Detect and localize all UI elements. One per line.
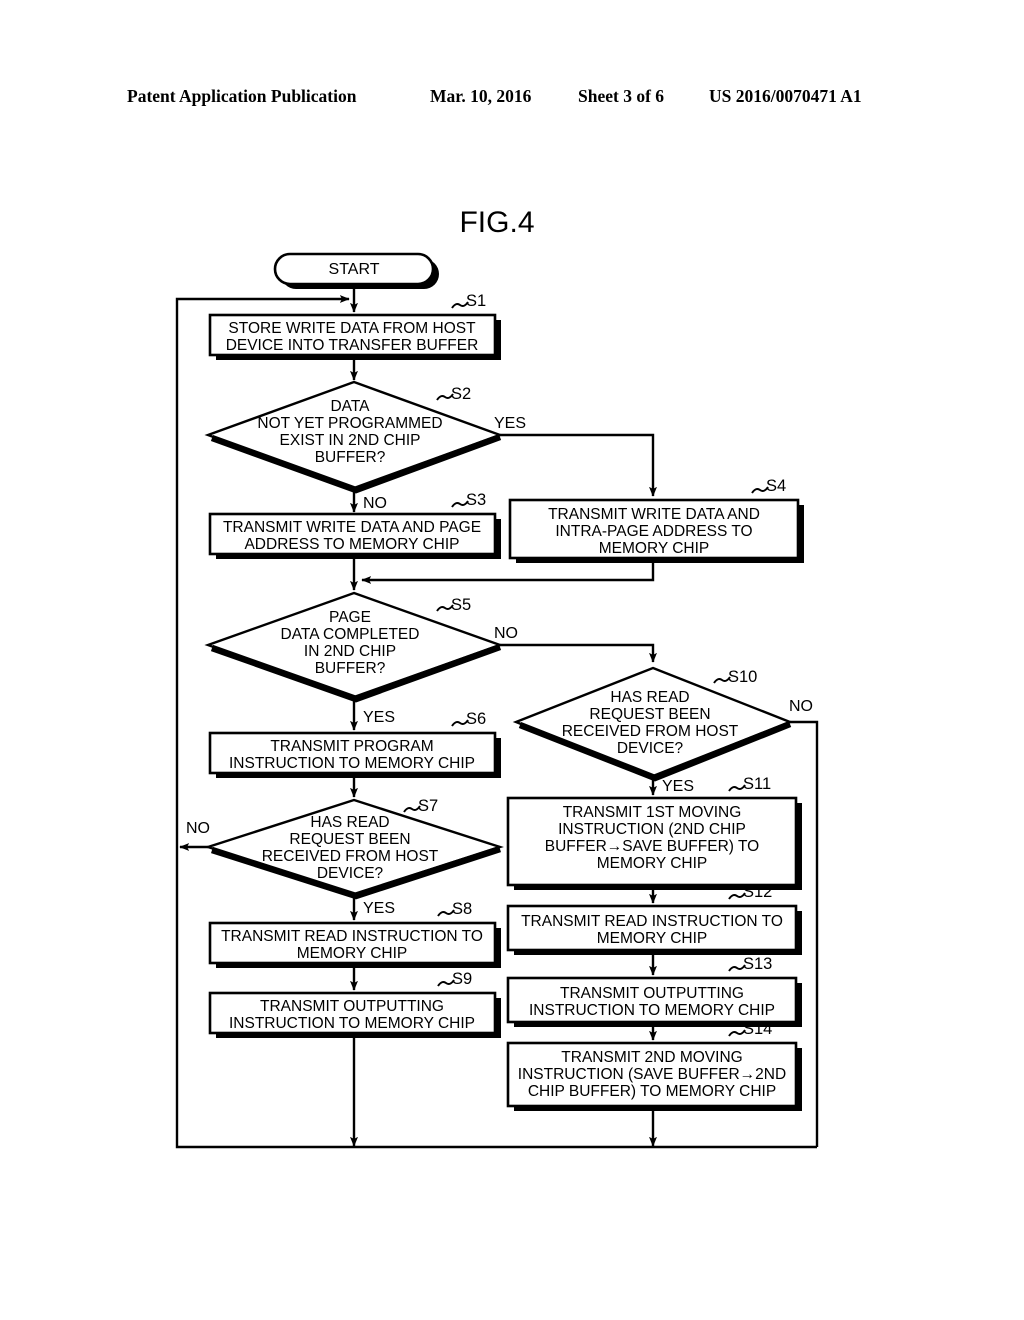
- node-s3-step: S3: [466, 491, 486, 509]
- node-s3-line1: TRANSMIT WRITE DATA AND PAGE: [223, 519, 481, 536]
- edge-s10-yes-label: YES: [662, 778, 694, 795]
- node-s8: TRANSMIT READ INSTRUCTION TO MEMORY CHIP…: [208, 900, 501, 968]
- node-s2-line4: BUFFER?: [315, 449, 386, 466]
- node-s1-step: S1: [466, 292, 486, 310]
- node-s8-line1: TRANSMIT READ INSTRUCTION TO: [221, 928, 483, 945]
- node-s9-line2: INSTRUCTION TO MEMORY CHIP: [229, 1015, 475, 1032]
- node-s10-line3: RECEIVED FROM HOST: [562, 723, 739, 740]
- node-s4-line3: MEMORY CHIP: [599, 540, 710, 557]
- node-s2-line2: NOT YET PROGRAMMED: [257, 415, 442, 432]
- node-s11-line1: TRANSMIT 1ST MOVING: [563, 804, 742, 821]
- node-s1: STORE WRITE DATA FROM HOST DEVICE INTO T…: [208, 292, 501, 360]
- node-s2: DATA NOT YET PROGRAMMED EXIST IN 2ND CHI…: [204, 380, 504, 494]
- node-s14: TRANSMIT 2ND MOVING INSTRUCTION (SAVE BU…: [506, 1020, 802, 1111]
- node-s13-line2: INSTRUCTION TO MEMORY CHIP: [529, 1002, 775, 1019]
- patent-page: Patent Application Publication Mar. 10, …: [0, 0, 1024, 1320]
- node-s4-line1: TRANSMIT WRITE DATA AND: [548, 506, 760, 523]
- node-start: START: [273, 252, 439, 289]
- node-s2-line3: EXIST IN 2ND CHIP: [280, 432, 421, 449]
- edge-s4-to-s5: [361, 563, 655, 584]
- node-s5-line2: DATA COMPLETED: [281, 626, 420, 643]
- node-s10-line2: REQUEST BEEN: [589, 706, 710, 723]
- node-start-label: START: [329, 261, 380, 278]
- node-s5-line4: BUFFER?: [315, 660, 386, 677]
- node-s13-step: S13: [743, 955, 772, 973]
- node-s7-step: S7: [418, 797, 438, 815]
- node-s14-step: S14: [743, 1020, 772, 1038]
- node-s12-step: S12: [743, 883, 772, 901]
- node-s11-line4: MEMORY CHIP: [597, 855, 708, 872]
- node-s4-line2: INTRA-PAGE ADDRESS TO: [555, 523, 752, 540]
- node-s5-line1: PAGE: [329, 609, 371, 626]
- node-s10: HAS READ REQUEST BEEN RECEIVED FROM HOST…: [512, 666, 794, 782]
- edge-s2-no-label: NO: [363, 495, 387, 512]
- node-s2-step: S2: [451, 385, 471, 403]
- node-s11-line3: BUFFER→SAVE BUFFER) TO: [545, 838, 759, 855]
- node-s11-step: S11: [743, 775, 771, 793]
- node-s9-line1: TRANSMIT OUTPUTTING: [260, 998, 444, 1015]
- node-s13: TRANSMIT OUTPUTTING INSTRUCTION TO MEMOR…: [506, 955, 802, 1027]
- node-s14-line1: TRANSMIT 2ND MOVING: [561, 1049, 742, 1066]
- node-s9-step: S9: [452, 970, 472, 988]
- node-s4: TRANSMIT WRITE DATA AND INTRA-PAGE ADDRE…: [508, 477, 804, 563]
- node-s11: TRANSMIT 1ST MOVING INSTRUCTION (2ND CHI…: [506, 775, 802, 890]
- node-s5: PAGE DATA COMPLETED IN 2ND CHIP BUFFER? …: [204, 591, 504, 703]
- node-s6-step: S6: [466, 710, 486, 728]
- edge-s5-yes-label: YES: [363, 709, 395, 726]
- node-s1-line2: DEVICE INTO TRANSFER BUFFER: [226, 337, 479, 354]
- edge-s2-yes-label: YES: [494, 415, 526, 432]
- edge-s5-no-label: NO: [494, 625, 518, 642]
- node-s3: TRANSMIT WRITE DATA AND PAGE ADDRESS TO …: [208, 491, 501, 559]
- node-s7: HAS READ REQUEST BEEN RECEIVED FROM HOST…: [204, 797, 504, 900]
- node-s10-line4: DEVICE?: [617, 740, 684, 757]
- node-s7-line2: REQUEST BEEN: [289, 831, 410, 848]
- edge-s7-yes-label: YES: [363, 900, 395, 917]
- node-s3-line2: ADDRESS TO MEMORY CHIP: [244, 536, 459, 553]
- node-s12-line2: MEMORY CHIP: [597, 930, 708, 947]
- edge-s2-yes-to-s4: [500, 433, 657, 497]
- node-s13-line1: TRANSMIT OUTPUTTING: [560, 985, 744, 1002]
- node-s5-line3: IN 2ND CHIP: [304, 643, 396, 660]
- node-s10-line1: HAS READ: [610, 689, 689, 706]
- flowchart-figure: FIG.4 START STORE WRITE DATA FROM HOST D…: [175, 206, 819, 1149]
- node-s8-step: S8: [452, 900, 472, 918]
- node-s6-line2: INSTRUCTION TO MEMORY CHIP: [229, 755, 475, 772]
- node-s7-line3: RECEIVED FROM HOST: [262, 848, 439, 865]
- node-s11-line2: INSTRUCTION (2ND CHIP: [558, 821, 746, 838]
- figure-title: FIG.4: [459, 206, 534, 239]
- node-s7-line4: DEVICE?: [317, 865, 384, 882]
- node-s9: TRANSMIT OUTPUTTING INSTRUCTION TO MEMOR…: [208, 970, 501, 1038]
- edge-s7-no-label: NO: [186, 820, 210, 837]
- node-s8-line2: MEMORY CHIP: [297, 945, 408, 962]
- node-s7-line1: HAS READ: [310, 814, 389, 831]
- node-s14-line3: CHIP BUFFER) TO MEMORY CHIP: [528, 1083, 776, 1100]
- node-s14-line2: INSTRUCTION (SAVE BUFFER→2ND: [518, 1066, 786, 1083]
- node-s4-step: S4: [766, 477, 786, 495]
- node-s6: TRANSMIT PROGRAM INSTRUCTION TO MEMORY C…: [208, 710, 501, 778]
- node-s12: TRANSMIT READ INSTRUCTION TO MEMORY CHIP…: [506, 883, 802, 955]
- node-s6-line1: TRANSMIT PROGRAM: [270, 738, 433, 755]
- node-s1-line1: STORE WRITE DATA FROM HOST: [228, 320, 476, 337]
- node-s2-line1: DATA: [330, 398, 370, 415]
- node-s10-step: S10: [728, 668, 757, 686]
- node-s12-line1: TRANSMIT READ INSTRUCTION TO: [521, 913, 783, 930]
- edge-s10-no-label: NO: [789, 698, 813, 715]
- node-s5-step: S5: [451, 596, 471, 614]
- edge-s5-no-to-s10: [500, 643, 657, 663]
